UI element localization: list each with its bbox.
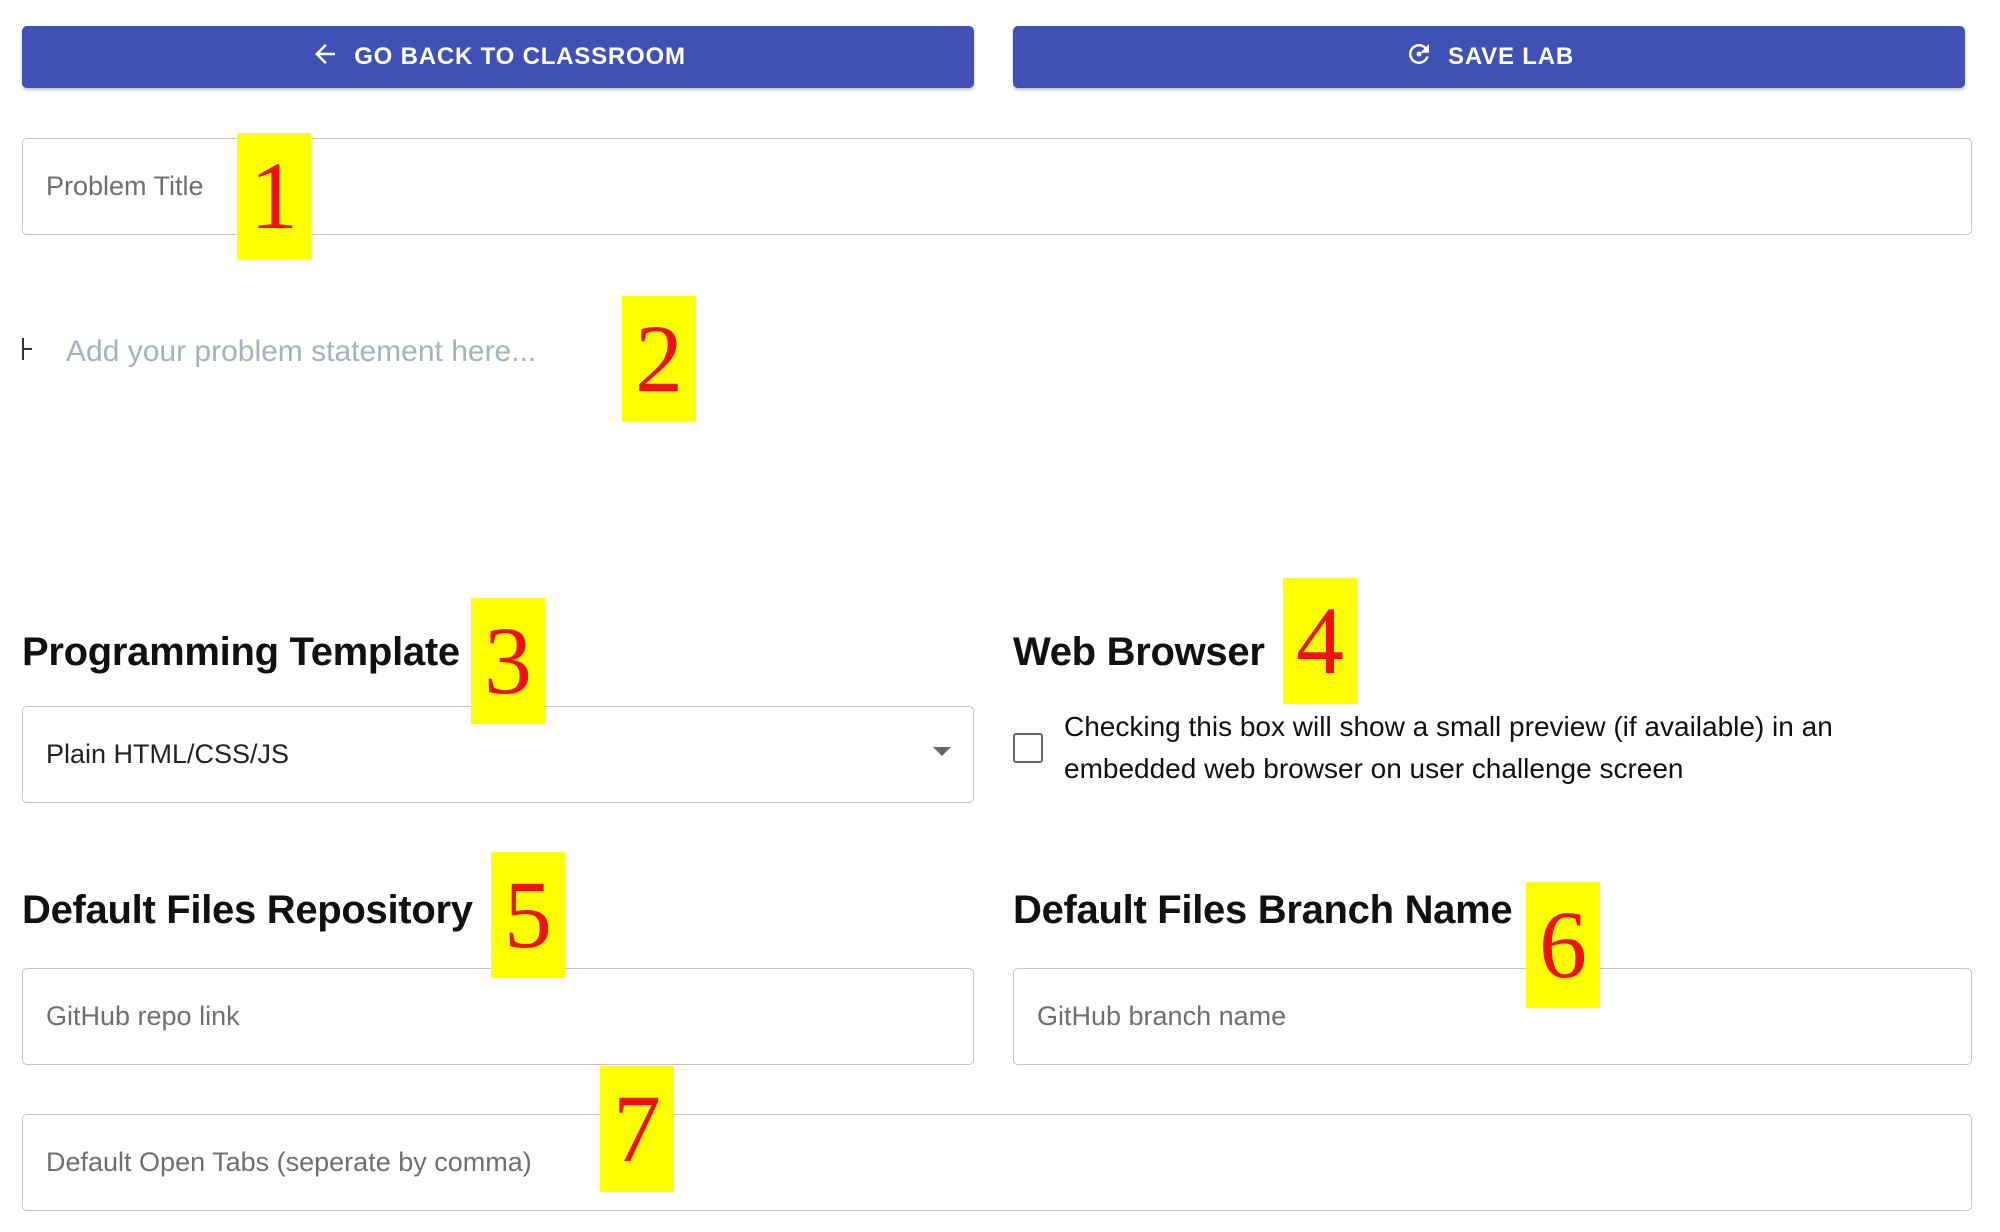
marker-7: 7 bbox=[600, 1066, 674, 1192]
dropdown-arrow-icon bbox=[933, 747, 951, 756]
default-files-branch-heading: Default Files Branch Name bbox=[1013, 888, 1513, 932]
programming-template-value: Plain HTML/CSS/JS bbox=[46, 739, 290, 769]
go-back-to-classroom-button[interactable]: GO BACK TO CLASSROOM bbox=[22, 26, 974, 88]
marker-6: 6 bbox=[1526, 882, 1600, 1008]
go-back-label: GO BACK TO CLASSROOM bbox=[354, 43, 686, 70]
marker-2: 2 bbox=[622, 296, 696, 422]
github-branch-field[interactable] bbox=[1013, 968, 1972, 1065]
default-open-tabs-field[interactable] bbox=[22, 1114, 1972, 1211]
github-repo-input[interactable] bbox=[46, 969, 973, 1064]
refresh-save-icon bbox=[1404, 39, 1434, 76]
save-lab-label: SAVE LAB bbox=[1448, 43, 1574, 70]
problem-title-field[interactable] bbox=[22, 138, 1972, 235]
web-browser-checkbox-label: Checking this box will show a small prev… bbox=[1064, 711, 1833, 784]
arrow-left-icon bbox=[310, 39, 340, 76]
save-lab-button[interactable]: SAVE LAB bbox=[1013, 26, 1965, 88]
default-files-repository-heading: Default Files Repository bbox=[22, 888, 473, 932]
editor-toolbar-handle[interactable] bbox=[22, 338, 32, 360]
web-browser-heading: Web Browser bbox=[1013, 630, 1265, 674]
marker-1: 1 bbox=[237, 133, 311, 259]
problem-title-input[interactable] bbox=[46, 139, 1971, 234]
github-branch-input[interactable] bbox=[1037, 969, 1971, 1064]
programming-template-heading: Programming Template bbox=[22, 630, 460, 674]
github-repo-field[interactable] bbox=[22, 968, 974, 1065]
marker-3: 3 bbox=[471, 598, 545, 724]
problem-statement-editor[interactable]: Add your problem statement here... bbox=[66, 335, 536, 369]
default-open-tabs-input[interactable] bbox=[46, 1115, 1971, 1210]
marker-4: 4 bbox=[1283, 578, 1357, 704]
web-browser-checkbox[interactable] bbox=[1013, 733, 1043, 763]
marker-5: 5 bbox=[491, 852, 565, 978]
